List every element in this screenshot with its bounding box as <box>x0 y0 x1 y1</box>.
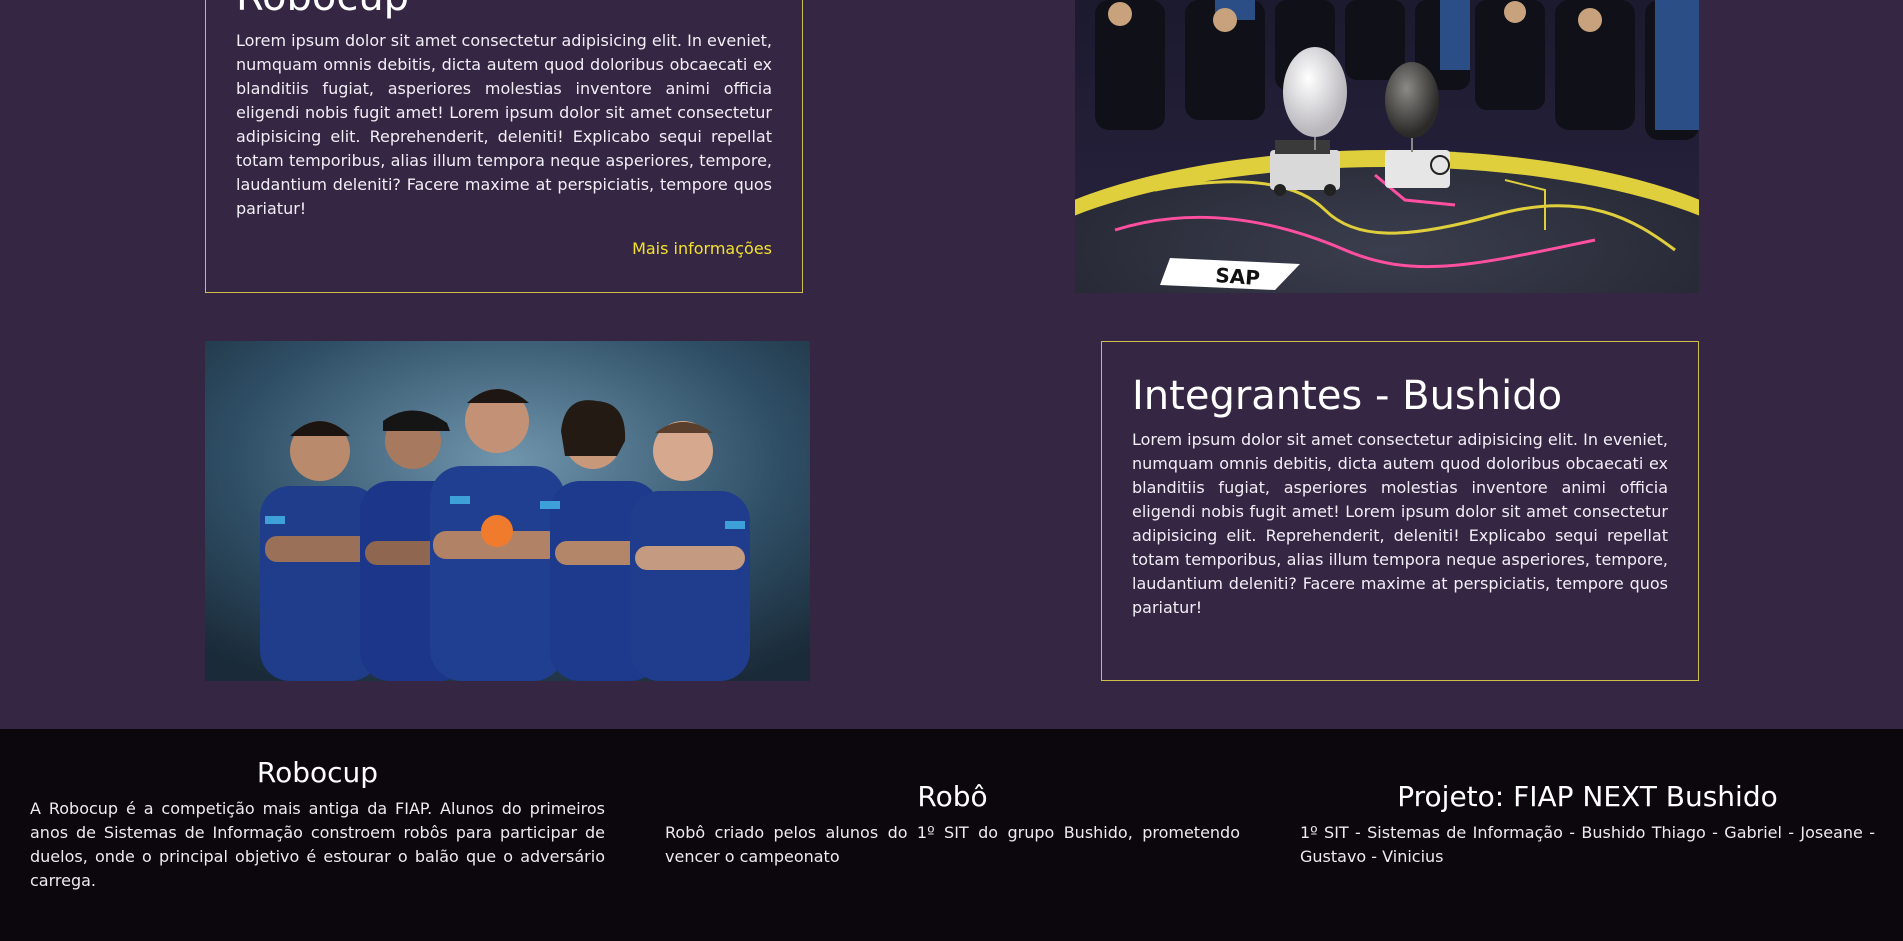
footer-robocup-text: A Robocup é a competição mais antiga da … <box>30 799 605 890</box>
footer-robo-text: Robô criado pelos alunos do 1º SIT do gr… <box>665 823 1240 866</box>
footer-robocup: Robocup A Robocup é a competição mais an… <box>30 756 605 893</box>
footer-project: Projeto: FIAP NEXT Bushido 1º SIT - Sist… <box>1300 780 1875 869</box>
svg-text:SAP: SAP <box>1215 263 1261 290</box>
robocup-card: Robocup Lorem ipsum dolor sit amet conse… <box>205 0 803 293</box>
arena-image: SAP <box>1075 0 1699 293</box>
robocup-card-text: Lorem ipsum dolor sit amet consectetur a… <box>236 31 772 218</box>
footer: Robocup A Robocup é a competição mais an… <box>0 729 1903 941</box>
robocup-arena-photo: SAP <box>1075 0 1699 293</box>
footer-project-text: 1º SIT - Sistemas de Informação - Bushid… <box>1300 823 1875 866</box>
footer-robocup-title: Robocup <box>256 756 379 789</box>
team-image <box>205 341 810 681</box>
main-content: Robocup Lorem ipsum dolor sit amet conse… <box>0 0 1903 729</box>
team-photo <box>205 341 810 681</box>
members-card-title: Integrantes - Bushido <box>1132 373 1563 419</box>
more-info-link[interactable]: Mais informações <box>632 239 772 258</box>
members-card-text: Lorem ipsum dolor sit amet consectetur a… <box>1132 430 1668 617</box>
robocup-card-title: Robocup <box>236 0 772 19</box>
footer-project-title: Projeto: FIAP NEXT Bushido <box>1397 780 1778 813</box>
footer-robo-title: Robô <box>917 780 988 813</box>
footer-robo: Robô Robô criado pelos alunos do 1º SIT … <box>665 780 1240 869</box>
members-card: Integrantes - Bushido Lorem ipsum dolor … <box>1101 341 1699 681</box>
